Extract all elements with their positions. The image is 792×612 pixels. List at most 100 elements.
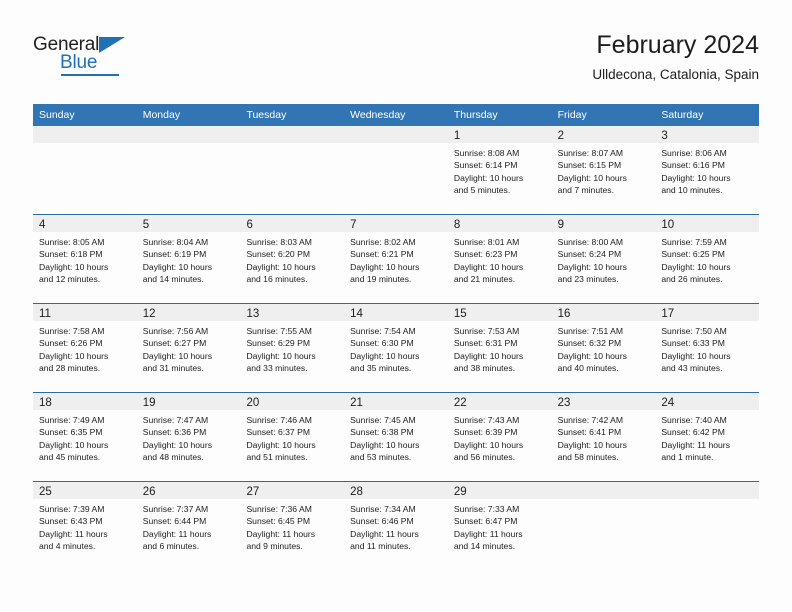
calendar-day-cell[interactable]: 25 Sunrise: 7:39 AM Sunset: 6:43 PM Dayligh… xyxy=(33,482,137,570)
day-detail-line: Sunset: 6:30 PM xyxy=(350,338,414,349)
calendar-day-cell[interactable]: 9 Sunrise: 8:00 AM Sunset: 6:24 PM Daylight… xyxy=(551,215,656,303)
calendar-day-cell[interactable]: 15 Sunrise: 7:53 AM Sunset: 6:31 PM Dayligh… xyxy=(447,304,552,392)
day-number: 9 xyxy=(557,219,564,231)
day-number-band: 23 xyxy=(551,393,656,410)
day-detail-line: Sunrise: 7:56 AM xyxy=(142,326,209,336)
day-details xyxy=(655,499,759,503)
day-detail-line: and 28 minutes. xyxy=(39,362,101,373)
calendar-day-cell[interactable]: 20 Sunrise: 7:46 AM Sunset: 6:37 PM Dayligh… xyxy=(240,393,345,481)
day-number-band: 15 xyxy=(447,304,552,321)
calendar-day-cell[interactable]: 1 Sunrise: 8:08 AM Sunset: 6:14 PM Daylight… xyxy=(447,126,552,214)
day-number: 24 xyxy=(661,397,675,409)
calendar-day-cell[interactable]: 28 Sunrise: 7:34 AM Sunset: 6:46 PM Dayligh… xyxy=(344,482,448,570)
calendar-day-cell[interactable]: 22 Sunrise: 7:43 AM Sunset: 6:39 PM Dayligh… xyxy=(447,393,552,481)
day-detail-line: Daylight: 10 hours xyxy=(350,350,420,361)
calendar-day-cell[interactable]: 21 Sunrise: 7:45 AM Sunset: 6:38 PM Dayligh… xyxy=(344,393,448,481)
day-detail-line: Daylight: 10 hours xyxy=(453,439,524,450)
calendar-day-cell[interactable]: 6 Sunrise: 8:03 AM Sunset: 6:20 PM Daylight… xyxy=(240,215,345,303)
weekday-header-thursday: Thursday xyxy=(453,109,498,121)
calendar-day-cell[interactable]: 29 Sunrise: 7:33 AM Sunset: 6:47 PM Dayligh… xyxy=(447,482,552,570)
day-detail-line: Daylight: 10 hours xyxy=(246,350,316,361)
day-detail-line: Sunset: 6:24 PM xyxy=(557,249,622,260)
calendar-day-cell[interactable]: 24 Sunrise: 7:40 AM Sunset: 6:42 PM Dayligh… xyxy=(655,393,760,481)
calendar-day-cell[interactable]: 3 Sunrise: 8:06 AM Sunset: 6:16 PM Daylight… xyxy=(655,126,760,214)
calendar-day-cell[interactable]: 11 Sunrise: 7:58 AM Sunset: 6:26 PM Dayligh… xyxy=(33,304,137,392)
calendar-empty-cell xyxy=(655,482,760,570)
day-details: Sunrise: 7:54 AM Sunset: 6:30 PM Daylight:… xyxy=(344,321,448,374)
day-detail-line: Sunrise: 8:08 AM xyxy=(453,148,520,158)
day-detail-line: Sunrise: 7:37 AM xyxy=(142,504,209,514)
calendar-day-cell[interactable]: 17 Sunrise: 7:50 AM Sunset: 6:33 PM Dayligh… xyxy=(655,304,760,392)
day-detail-line: and 11 minutes. xyxy=(350,540,411,551)
day-detail-line: and 10 minutes. xyxy=(661,184,723,195)
calendar-day-cell[interactable]: 26 Sunrise: 7:37 AM Sunset: 6:44 PM Dayligh… xyxy=(136,482,241,570)
day-detail-line: Sunset: 6:21 PM xyxy=(350,249,414,260)
day-detail-line: Sunrise: 7:40 AM xyxy=(661,415,727,425)
day-detail-line: Daylight: 10 hours xyxy=(39,261,109,272)
day-detail-line: Sunrise: 7:55 AM xyxy=(246,326,312,336)
calendar-day-cell[interactable]: 16 Sunrise: 7:51 AM Sunset: 6:32 PM Dayligh… xyxy=(551,304,656,392)
day-details: Sunrise: 7:50 AM Sunset: 6:33 PM Daylight:… xyxy=(655,321,759,374)
day-detail-line: Sunset: 6:29 PM xyxy=(246,338,310,349)
day-detail-line: and 51 minutes. xyxy=(246,451,308,462)
calendar-day-cell[interactable]: 4 Sunrise: 8:05 AM Sunset: 6:18 PM Daylight… xyxy=(33,215,137,303)
day-detail-line: Daylight: 11 hours xyxy=(39,528,108,539)
calendar-day-cell[interactable]: 23 Sunrise: 7:42 AM Sunset: 6:41 PM Dayligh… xyxy=(551,393,656,481)
calendar-day-cell[interactable]: 13 Sunrise: 7:55 AM Sunset: 6:29 PM Dayligh… xyxy=(240,304,345,392)
calendar-week-row: 4 Sunrise: 8:05 AM Sunset: 6:18 PM Daylight… xyxy=(33,214,760,303)
day-detail-line: Daylight: 11 hours xyxy=(142,528,212,539)
day-detail-line: Sunset: 6:38 PM xyxy=(350,427,414,438)
day-detail-line: Sunset: 6:33 PM xyxy=(661,338,725,349)
day-detail-line: Sunset: 6:18 PM xyxy=(39,249,103,260)
calendar-day-cell[interactable]: 19 Sunrise: 7:47 AM Sunset: 6:36 PM Dayligh… xyxy=(136,393,241,481)
logo-triangle-icon xyxy=(99,37,125,53)
calendar-day-cell[interactable]: 7 Sunrise: 8:02 AM Sunset: 6:21 PM Daylight… xyxy=(344,215,448,303)
day-detail-line: and 31 minutes. xyxy=(142,362,204,373)
weekday-header-wednesday: Wednesday xyxy=(350,109,406,121)
day-number-band: 26 xyxy=(136,482,241,499)
calendar-empty-cell xyxy=(33,126,137,214)
calendar-day-cell[interactable]: 2 Sunrise: 8:07 AM Sunset: 6:15 PM Daylight… xyxy=(551,126,656,214)
day-number-band: 1 xyxy=(447,126,552,143)
day-detail-line: and 35 minutes. xyxy=(350,362,412,373)
day-detail-line: Sunset: 6:27 PM xyxy=(142,338,207,349)
calendar-day-cell[interactable]: 8 Sunrise: 8:01 AM Sunset: 6:23 PM Daylight… xyxy=(447,215,552,303)
calendar-day-cell[interactable]: 27 Sunrise: 7:36 AM Sunset: 6:45 PM Dayligh… xyxy=(240,482,345,570)
calendar-day-cell[interactable]: 18 Sunrise: 7:49 AM Sunset: 6:35 PM Dayligh… xyxy=(33,393,137,481)
day-number: 5 xyxy=(142,219,150,231)
general-blue-logo: General Blue xyxy=(33,34,193,82)
calendar-day-cell[interactable]: 5 Sunrise: 8:04 AM Sunset: 6:19 PM Daylight… xyxy=(136,215,241,303)
day-detail-line: and 40 minutes. xyxy=(557,362,619,373)
day-number-band: 7 xyxy=(344,215,448,232)
day-number: 11 xyxy=(39,308,51,320)
day-details: Sunrise: 8:02 AM Sunset: 6:21 PM Daylight:… xyxy=(344,232,448,285)
page-subtitle: Ulldecona, Catalonia, Spain xyxy=(592,67,759,82)
day-details: Sunrise: 7:37 AM Sunset: 6:44 PM Daylight:… xyxy=(137,499,241,552)
weekday-header-saturday: Saturday xyxy=(661,109,704,121)
day-detail-line: Sunrise: 8:05 AM xyxy=(39,237,105,247)
calendar-day-cell[interactable]: 12 Sunrise: 7:56 AM Sunset: 6:27 PM Dayligh… xyxy=(136,304,241,392)
day-number: 8 xyxy=(453,219,461,231)
day-detail-line: and 5 minutes. xyxy=(453,184,511,195)
day-detail-line: and 56 minutes. xyxy=(453,451,516,462)
day-detail-line: Daylight: 11 hours xyxy=(246,528,316,539)
day-number: 1 xyxy=(453,130,461,142)
day-number: 27 xyxy=(246,486,260,498)
day-details: Sunrise: 8:08 AM Sunset: 6:14 PM Daylight:… xyxy=(448,143,552,196)
day-number-band: 25 xyxy=(33,482,137,499)
day-detail-line: and 16 minutes. xyxy=(246,273,308,284)
day-number-band: 21 xyxy=(344,393,448,410)
day-detail-line: and 7 minutes. xyxy=(557,184,614,195)
day-detail-line: Daylight: 10 hours xyxy=(246,261,316,272)
day-number: 2 xyxy=(557,130,564,142)
day-details: Sunrise: 7:47 AM Sunset: 6:36 PM Daylight:… xyxy=(137,410,241,463)
day-detail-line: Daylight: 10 hours xyxy=(661,350,731,361)
day-number: 28 xyxy=(350,486,363,498)
day-details: Sunrise: 7:55 AM Sunset: 6:29 PM Daylight:… xyxy=(240,321,344,374)
calendar-day-cell[interactable]: 14 Sunrise: 7:54 AM Sunset: 6:30 PM Dayligh… xyxy=(344,304,448,392)
day-detail-line: Sunrise: 7:49 AM xyxy=(39,415,105,425)
day-number-band: 10 xyxy=(655,215,760,232)
calendar-day-cell[interactable]: 10 Sunrise: 7:59 AM Sunset: 6:25 PM Dayligh… xyxy=(655,215,760,303)
day-number-band: 16 xyxy=(551,304,656,321)
day-detail-line: and 9 minutes. xyxy=(246,540,303,551)
